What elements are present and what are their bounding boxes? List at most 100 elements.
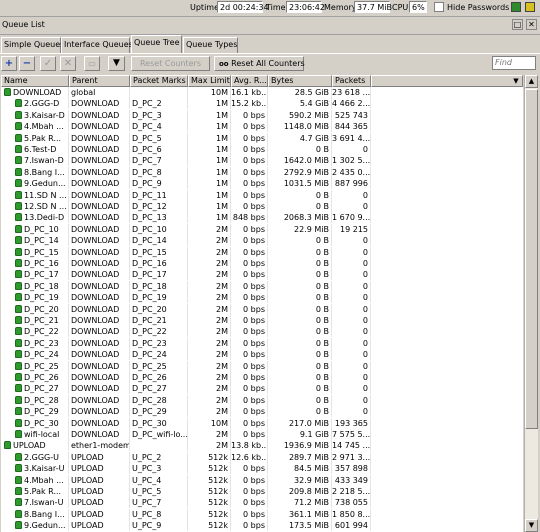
table-row[interactable]: D_PC_20 DOWNLOAD D_PC_20 2M 0 bps 0 B0: [1, 303, 371, 315]
cell-packets: 0: [332, 201, 371, 212]
col-bytes[interactable]: Bytes: [268, 75, 332, 87]
table-row[interactable]: 7.Iswan-D DOWNLOAD D_PC_7 1M 0 bps 1642.0 MiB…: [1, 155, 371, 167]
table-row[interactable]: D_PC_21 DOWNLOAD D_PC_21 2M 0 bps 0 B0: [1, 315, 371, 326]
cell-bytes: 217.0 MiB: [268, 417, 332, 429]
table-row[interactable]: 13.Dedi-D DOWNLOAD D_PC_13 1M 848 bps 2068.3 …: [1, 212, 371, 224]
cell-bytes: 209.8 MiB: [268, 486, 332, 497]
cell-name: D_PC_21: [1, 315, 69, 326]
table-row[interactable]: 8.Bang I... DOWNLOAD D_PC_8 1M 0 bps 2792.9 M…: [1, 166, 371, 178]
col-filler: [371, 75, 523, 87]
table-row[interactable]: 2.GGG-D DOWNLOAD D_PC_2 1M 15.2 kb... 5.4 GiB…: [1, 98, 371, 110]
table-row[interactable]: 9.Gedun... DOWNLOAD D_PC_9 1M 0 bps 1031.5 Mi…: [1, 178, 371, 190]
table-row[interactable]: 8.Bang I... UPLOAD U_PC_8 512k 0 bps 361.1 Mi…: [1, 508, 371, 520]
scroll-up-icon[interactable]: ▲: [525, 75, 538, 88]
reset-counters-button[interactable]: Reset Counters: [131, 56, 210, 71]
row-name: 5.Pak R...: [24, 133, 62, 143]
row-name: D_PC_27: [24, 384, 59, 394]
table-row[interactable]: D_PC_17 DOWNLOAD D_PC_17 2M 0 bps 0 B0: [1, 269, 371, 281]
cell-parent: DOWNLOAD: [69, 178, 130, 190]
table-row[interactable]: D_PC_24 DOWNLOAD D_PC_24 2M 0 bps 0 B0: [1, 349, 371, 361]
queue-icon: [15, 361, 22, 370]
add-icon[interactable]: +: [1, 56, 17, 71]
table-row[interactable]: 2.GGG-U UPLOAD U_PC_2 512k 12.6 kb... 289.7 M…: [1, 451, 371, 463]
queue-icon: [15, 407, 22, 416]
col-max-limit[interactable]: Max Limit...: [188, 75, 231, 87]
cell-avg: 0 bps: [231, 486, 268, 497]
scroll-down-icon[interactable]: ▼: [525, 519, 538, 532]
close-icon[interactable]: ✕: [526, 19, 537, 30]
cell-max: 1M: [188, 109, 231, 121]
column-chooser-icon[interactable]: ▼: [509, 75, 523, 87]
table-row[interactable]: D_PC_23 DOWNLOAD D_PC_23 2M 0 bps 0 B0: [1, 337, 371, 349]
table-row[interactable]: DOWNLOAD global 10M 16.1 kb... 28.5 GiB 23 61…: [1, 87, 371, 98]
cell-packets: 357 898: [332, 463, 371, 475]
comment-icon[interactable]: ▭: [84, 56, 100, 71]
enable-icon[interactable]: ✓: [40, 56, 56, 71]
cell-max: 1M: [188, 166, 231, 178]
table-row[interactable]: 6.Test-D DOWNLOAD D_PC_6 1M 0 bps 0 B0: [1, 144, 371, 155]
table-row[interactable]: D_PC_15 DOWNLOAD D_PC_15 2M 0 bps 0 B0: [1, 246, 371, 258]
cell-avg: 0 bps: [231, 315, 268, 326]
table-row[interactable]: 11.SD N ... DOWNLOAD D_PC_11 1M 0 bps 0 B0: [1, 189, 371, 201]
hide-passwords-label[interactable]: Hide Passwords: [447, 3, 509, 12]
vertical-scrollbar[interactable]: ▲ ▼: [524, 75, 538, 532]
tab-simple-queues[interactable]: Simple Queues: [1, 37, 64, 53]
table-row[interactable]: D_PC_28 DOWNLOAD D_PC_28 2M 0 bps 0 B0: [1, 394, 371, 406]
cell-bytes: 0 B: [268, 189, 332, 201]
reset-all-counters-button[interactable]: oo Reset All Counters: [214, 56, 305, 71]
table-row[interactable]: 5.Pak R... DOWNLOAD D_PC_5 1M 0 bps 4.7 GiB 3 …: [1, 132, 371, 144]
queue-icon: [15, 133, 22, 142]
cell-packets: 3 691 4...: [332, 132, 371, 144]
queue-icon: [15, 99, 22, 108]
queue-icon: [15, 327, 22, 336]
find-input[interactable]: Find: [492, 56, 536, 70]
table-row[interactable]: D_PC_10 DOWNLOAD D_PC_10 2M 0 bps 22.9 MiB 19 …: [1, 223, 371, 235]
table-row[interactable]: D_PC_19 DOWNLOAD D_PC_19 2M 0 bps 0 B0: [1, 292, 371, 304]
table-row[interactable]: D_PC_29 DOWNLOAD D_PC_29 2M 0 bps 0 B0: [1, 406, 371, 418]
table-row[interactable]: D_PC_16 DOWNLOAD D_PC_16 2M 0 bps 0 B0: [1, 258, 371, 269]
table-row[interactable]: D_PC_14 DOWNLOAD D_PC_14 2M 0 bps 0 B0: [1, 235, 371, 247]
col-name[interactable]: Name: [1, 75, 69, 87]
restore-icon[interactable]: □: [512, 19, 523, 30]
table-row[interactable]: UPLOAD ether1-modem 2M 13.8 kb... 1936.9 MiB…: [1, 440, 371, 452]
table-row[interactable]: D_PC_18 DOWNLOAD D_PC_18 2M 0 bps 0 B0: [1, 280, 371, 292]
table-row[interactable]: 12.SD N ... DOWNLOAD D_PC_12 1M 0 bps 0 B0: [1, 201, 371, 212]
remove-icon[interactable]: −: [19, 56, 35, 71]
table-row[interactable]: 4.Mbah ... UPLOAD U_PC_4 512k 0 bps 32.9 MiB 4…: [1, 474, 371, 486]
table-row[interactable]: D_PC_30 DOWNLOAD D_PC_30 10M 0 bps 217.0 MiB 1…: [1, 417, 371, 429]
cell-name: 12.SD N ...: [1, 201, 69, 212]
filter-icon[interactable]: ▼: [108, 56, 125, 71]
cell-bytes: 361.1 MiB: [268, 508, 332, 520]
cell-max: 10M: [188, 87, 231, 98]
tab-queue-tree[interactable]: Queue Tree: [131, 35, 182, 53]
scroll-thumb[interactable]: [525, 89, 538, 429]
table-row[interactable]: 5.Pak R... UPLOAD U_PC_5 512k 0 bps 209.8 MiB…: [1, 486, 371, 497]
table-row[interactable]: 9.Gedun... UPLOAD U_PC_9 512k 0 bps 173.5 MiB…: [1, 520, 371, 532]
cell-avg: 0 bps: [231, 132, 268, 144]
col-avg-rate[interactable]: Avg. R...: [231, 75, 268, 87]
queue-icon: [15, 213, 22, 222]
uptime-value: 2d 00:24:34: [217, 1, 269, 13]
cell-marks: D_PC_13: [130, 212, 188, 224]
col-packets[interactable]: Packets: [332, 75, 371, 87]
hide-passwords-checkbox[interactable]: [434, 2, 444, 12]
window-titlebar: Queue List □ ✕: [0, 17, 540, 35]
col-parent[interactable]: Parent: [69, 75, 130, 87]
cell-avg: 16.1 kb...: [231, 87, 268, 98]
table-row[interactable]: D_PC_26 DOWNLOAD D_PC_26 2M 0 bps 0 B0: [1, 372, 371, 383]
table-row[interactable]: D_PC_22 DOWNLOAD D_PC_22 2M 0 bps 0 B0: [1, 326, 371, 338]
table-row[interactable]: 3.Kaisar-U UPLOAD U_PC_3 512k 0 bps 84.5 MiB 3…: [1, 463, 371, 475]
disable-icon[interactable]: ✕: [60, 56, 76, 71]
table-row[interactable]: 4.Mbah ... DOWNLOAD D_PC_4 1M 0 bps 1148.0 Mi…: [1, 121, 371, 133]
table-row[interactable]: wifi-local DOWNLOAD D_PC_wifi-lo... 2M 0 bps…: [1, 429, 371, 440]
tab-queue-types[interactable]: Queue Types: [183, 37, 238, 53]
cell-max: 2M: [188, 406, 231, 418]
table-row[interactable]: 3.Kaisar-D DOWNLOAD D_PC_3 1M 0 bps 590.2 MiB…: [1, 109, 371, 121]
queue-icon: [15, 452, 22, 461]
cell-max: 2M: [188, 429, 231, 440]
tab-interface-queues[interactable]: Interface Queues: [61, 37, 133, 53]
table-row[interactable]: 7.Iswan-U UPLOAD U_PC_7 512k 0 bps 71.2 MiB 73…: [1, 497, 371, 509]
col-packet-marks[interactable]: Packet Marks: [130, 75, 188, 87]
table-row[interactable]: D_PC_25 DOWNLOAD D_PC_25 2M 0 bps 0 B0: [1, 360, 371, 372]
table-row[interactable]: D_PC_27 DOWNLOAD D_PC_27 2M 0 bps 0 B0: [1, 383, 371, 395]
